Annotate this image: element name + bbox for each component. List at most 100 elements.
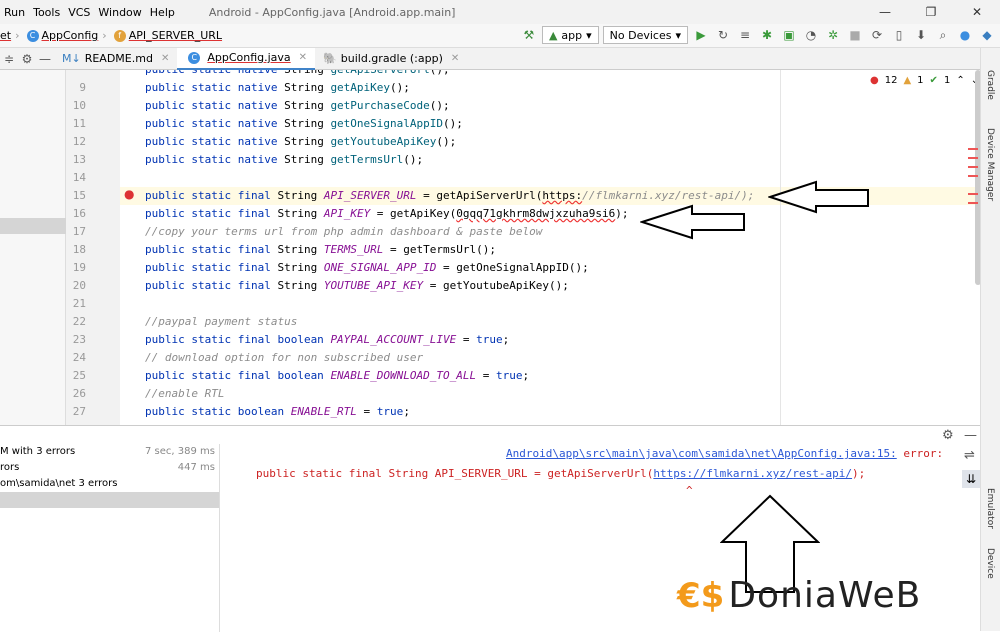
error-path-link[interactable]: Android\app\src\main\java\com\samida\net…	[506, 447, 897, 460]
code-editor[interactable]: public static native String getApiServer…	[120, 70, 980, 425]
apply-changes-icon[interactable]: ↻	[714, 26, 732, 44]
menu-run[interactable]: Run	[0, 6, 29, 19]
android-icon: ▲	[548, 28, 558, 42]
code-line: // download option for non subscribed us…	[145, 351, 424, 364]
error-source-prefix: public static final String API_SERVER_UR…	[256, 467, 654, 480]
code-line: public static native String getYoutubeAp…	[145, 135, 457, 148]
search-icon[interactable]: ⌕	[934, 26, 952, 44]
selected-tree-item[interactable]	[0, 218, 66, 234]
menu-tools[interactable]: Tools	[29, 6, 64, 19]
error-source-url[interactable]: https://flmkarni.xyz/rest-api/	[653, 467, 852, 480]
menu-help[interactable]: Help	[146, 6, 179, 19]
close-icon[interactable]: ✕	[451, 53, 459, 64]
apply-code-icon[interactable]: ≡	[736, 26, 754, 44]
gear-icon[interactable]: ⚙	[18, 50, 36, 68]
close-window-button[interactable]: ✕	[954, 0, 1000, 24]
build-tree-item[interactable]: M with 3 errors 7 sec, 389 ms	[0, 444, 219, 460]
close-icon[interactable]: ✕	[299, 52, 307, 63]
gradle-tool-button[interactable]: Gradle	[985, 70, 995, 100]
emulator-tool-button[interactable]: Emulator	[985, 488, 995, 529]
stop-icon[interactable]: ■	[846, 26, 864, 44]
coverage-icon[interactable]: ▣	[780, 26, 798, 44]
error-gutter-icon[interactable]: ●	[124, 187, 134, 201]
update-icon[interactable]: ●	[956, 26, 974, 44]
selected-build-item[interactable]	[0, 492, 219, 508]
chevron-down-icon: ▾	[586, 28, 592, 42]
class-icon: C	[188, 51, 201, 64]
error-location-row: Android\app\src\main\java\com\samida\net…	[222, 444, 962, 464]
annotation-arrow-left-1	[768, 180, 869, 214]
chevron-up-icon[interactable]: ⌃	[956, 75, 964, 86]
device-explorer-tool-button[interactable]: Device	[985, 548, 995, 579]
menu-window[interactable]: Window	[94, 6, 145, 19]
gear-icon[interactable]: ⚙	[942, 428, 954, 443]
attach-debugger-icon[interactable]: ✲	[824, 26, 842, 44]
annotation-arrow-left-2	[640, 204, 745, 240]
line-number: 11	[72, 117, 86, 130]
line-number: 12	[72, 135, 86, 148]
line-number: 17	[72, 225, 86, 238]
minimize-panel-icon[interactable]: —	[36, 50, 54, 68]
tab-appconfig[interactable]: C AppConfig.java ✕	[177, 47, 316, 70]
device-manager-tool-button[interactable]: Device Manager	[985, 128, 995, 201]
build-item-label: rors	[0, 462, 20, 473]
menu-vcs[interactable]: VCS	[64, 6, 94, 19]
error-stripe-mark[interactable]	[968, 157, 978, 159]
error-stripe-mark[interactable]	[968, 166, 978, 168]
error-stripe-mark[interactable]	[968, 193, 978, 195]
error-caret: ^	[686, 484, 693, 497]
build-item-time: 447 ms	[177, 462, 215, 473]
editor-tabs: ≑ ⚙ — M↓ README.md ✕ C AppConfig.java ✕ …	[0, 47, 980, 70]
build-item-label: M with 3 errors	[0, 446, 76, 457]
soft-wrap-icon[interactable]: ⇌	[964, 448, 975, 463]
line-number: 10	[72, 99, 86, 112]
watermark: €$ DoniaWeB	[677, 575, 921, 616]
android-studio-icon[interactable]: ◆	[978, 26, 996, 44]
breadcrumb-package[interactable]: et	[0, 29, 11, 42]
hammer-icon[interactable]: ⚒	[520, 26, 538, 44]
device-select[interactable]: No Devices ▾	[602, 26, 688, 44]
maximize-button[interactable]: ❐	[908, 0, 954, 24]
device-manager-icon[interactable]: ▯	[890, 26, 908, 44]
right-margin-guide	[780, 70, 781, 425]
error-stripe-mark[interactable]	[968, 202, 978, 204]
error-stripe-mark[interactable]	[968, 175, 978, 177]
breadcrumb-class[interactable]: AppConfig	[42, 29, 99, 42]
line-number: 20	[72, 279, 86, 292]
line-number: 14	[72, 171, 86, 184]
code-line: //copy your terms url from php admin das…	[145, 225, 543, 238]
build-tree-item[interactable]: rors 447 ms	[0, 460, 219, 476]
scroll-to-end-icon[interactable]: ⇊	[962, 470, 980, 488]
chevron-down-icon: ▾	[675, 28, 681, 42]
build-item-time: 7 sec, 389 ms	[145, 446, 215, 457]
markdown-icon: M↓	[62, 52, 81, 65]
debug-icon[interactable]: ✱	[758, 26, 776, 44]
warning-icon: ▲	[903, 75, 912, 86]
minimize-panel-icon[interactable]: —	[964, 428, 977, 443]
error-source-suffix: );	[852, 467, 866, 480]
code-line: public static final String TERMS_URL = g…	[145, 243, 497, 256]
error-label: error:	[903, 447, 944, 460]
build-tree-item[interactable]: om\samida\net 3 errors	[0, 476, 219, 492]
profile-icon[interactable]: ◔	[802, 26, 820, 44]
ok-count: 1	[943, 75, 951, 86]
inspection-widget[interactable]: ● 12 ▲ 1 ✔ 1 ⌃ ⌄	[870, 75, 979, 86]
tab-readme[interactable]: M↓ README.md ✕	[54, 48, 177, 70]
run-config-select[interactable]: ▲ app ▾	[541, 26, 599, 44]
code-line: public static native String getApiServer…	[120, 70, 980, 79]
line-number: 23	[72, 333, 86, 346]
error-stripe-mark[interactable]	[968, 148, 978, 150]
sync-gradle-icon[interactable]: ⟳	[868, 26, 886, 44]
line-number: 24	[72, 351, 86, 364]
run-icon[interactable]: ▶	[692, 26, 710, 44]
minimize-button[interactable]: —	[862, 0, 908, 24]
collapse-icon[interactable]: ≑	[0, 50, 18, 68]
tab-build-gradle[interactable]: 🐘 build.gradle (:app) ✕	[315, 48, 467, 70]
close-icon[interactable]: ✕	[161, 53, 169, 64]
run-config-value: app	[561, 28, 583, 42]
check-icon: ✔	[929, 75, 938, 86]
breadcrumb-field[interactable]: API_SERVER_URL	[129, 29, 222, 42]
line-number: 26	[72, 387, 86, 400]
menu-bar: Run Tools VCS Window Help Android - AppC…	[0, 0, 1000, 24]
sdk-manager-icon[interactable]: ⬇	[912, 26, 930, 44]
